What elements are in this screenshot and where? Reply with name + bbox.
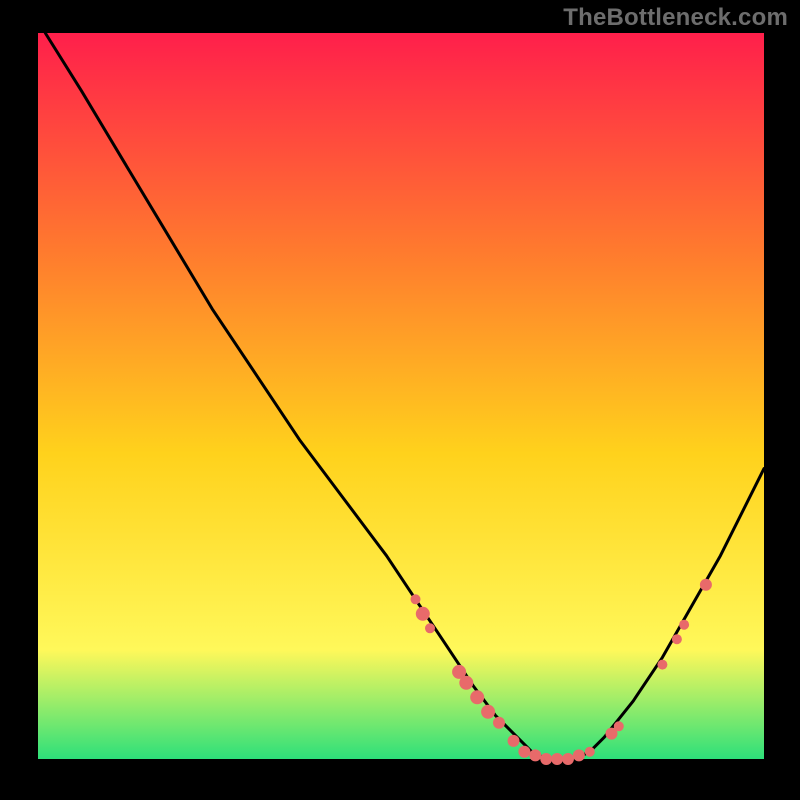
data-marker xyxy=(481,705,495,719)
bottleneck-chart xyxy=(0,0,800,800)
data-marker xyxy=(529,749,541,761)
data-marker xyxy=(614,721,624,731)
data-marker xyxy=(508,735,520,747)
data-marker xyxy=(425,623,435,633)
data-marker xyxy=(679,620,689,630)
data-marker xyxy=(470,690,484,704)
data-marker xyxy=(657,660,667,670)
data-marker xyxy=(518,746,530,758)
watermark-label: TheBottleneck.com xyxy=(563,4,788,32)
data-marker xyxy=(672,634,682,644)
data-marker xyxy=(700,579,712,591)
data-marker xyxy=(540,753,552,765)
data-marker xyxy=(493,717,505,729)
data-marker xyxy=(459,676,473,690)
data-marker xyxy=(411,594,421,604)
data-marker xyxy=(416,607,430,621)
chart-canvas: TheBottleneck.com xyxy=(0,0,800,800)
data-marker xyxy=(585,747,595,757)
data-marker xyxy=(551,753,563,765)
data-marker xyxy=(562,753,574,765)
plot-area xyxy=(38,33,764,759)
data-marker xyxy=(573,749,585,761)
